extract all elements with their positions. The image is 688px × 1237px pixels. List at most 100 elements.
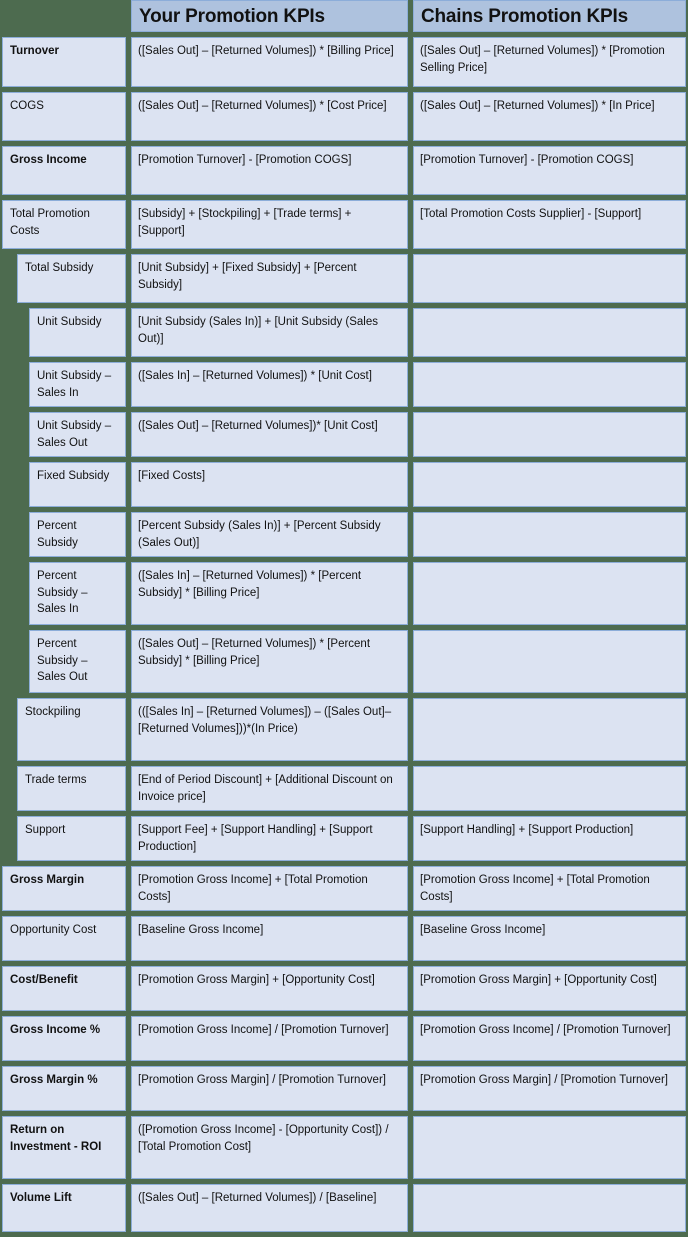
your-promotion-kpi-cell: [Promotion Gross Income] / [Promotion Tu… — [128, 1016, 410, 1061]
kpi-label: Unit Subsidy – Sales Out — [29, 412, 126, 457]
table-row: Stockpiling (([Sales In] – [Returned Volu… — [0, 698, 688, 761]
your-promotion-kpi-formula: [End of Period Discount] + [Additional D… — [131, 766, 408, 811]
kpi-label: Gross Margin — [2, 866, 126, 911]
header-chains-promotion-kpis: Chains Promotion KPIs — [410, 0, 688, 32]
your-promotion-kpi-cell: [Baseline Gross Income] — [128, 916, 410, 961]
your-promotion-kpi-formula: [Baseline Gross Income] — [131, 916, 408, 961]
table-row: Turnover ([Sales Out] – [Returned Volumes… — [0, 37, 688, 87]
chains-promotion-kpi-cell: [Total Promotion Costs Supplier] - [Supp… — [410, 200, 688, 249]
chains-promotion-kpi-cell: [Promotion Gross Margin] / [Promotion Tu… — [410, 1066, 688, 1111]
chains-promotion-kpi-formula: [Promotion Gross Margin] / [Promotion Tu… — [413, 1066, 686, 1111]
chains-promotion-kpi-formula — [413, 1116, 686, 1179]
your-promotion-kpi-formula: [Unit Subsidy (Sales In)] + [Unit Subsid… — [131, 308, 408, 357]
kpi-label: Unit Subsidy — [29, 308, 126, 357]
table-row: Trade terms [End of Period Discount] + [A… — [0, 766, 688, 811]
your-promotion-kpi-cell: [Subsidy] + [Stockpiling] + [Trade terms… — [128, 200, 410, 249]
kpi-label-cell: Support — [0, 816, 128, 861]
kpi-label: Gross Income % — [2, 1016, 126, 1061]
chains-promotion-kpi-formula — [413, 512, 686, 557]
your-promotion-kpi-cell: [Promotion Gross Margin] / [Promotion Tu… — [128, 1066, 410, 1111]
your-promotion-kpi-cell: [Fixed Costs] — [128, 462, 410, 507]
kpi-label-cell: Trade terms — [0, 766, 128, 811]
table-header-row: Your Promotion KPIs Chains Promotion KPI… — [0, 0, 688, 32]
chains-promotion-kpi-formula — [413, 1184, 686, 1232]
kpi-label-cell: Total Promotion Costs — [0, 200, 128, 249]
kpi-label-cell: Unit Subsidy — [0, 308, 128, 357]
table-row: Gross Margin % [Promotion Gross Margin] /… — [0, 1066, 688, 1111]
chains-promotion-kpi-cell: ([Sales Out] – [Returned Volumes]) * [In… — [410, 92, 688, 141]
kpi-label: Percent Subsidy — [29, 512, 126, 557]
kpi-label: Percent Subsidy – Sales In — [29, 562, 126, 625]
chains-promotion-kpi-cell: [Support Handling] + [Support Production… — [410, 816, 688, 861]
kpi-label-cell: Gross Margin % — [0, 1066, 128, 1111]
chains-promotion-kpi-cell — [410, 462, 688, 507]
kpi-label-cell: Gross Income % — [0, 1016, 128, 1061]
chains-promotion-kpi-cell — [410, 254, 688, 303]
kpi-label-cell: COGS — [0, 92, 128, 141]
chains-promotion-kpi-formula — [413, 630, 686, 693]
your-promotion-kpi-formula: (([Sales In] – [Returned Volumes]) – ([S… — [131, 698, 408, 761]
chains-promotion-kpi-formula — [413, 412, 686, 457]
kpi-label-cell: Opportunity Cost — [0, 916, 128, 961]
kpi-label: Stockpiling — [17, 698, 126, 761]
chains-promotion-kpi-formula: [Promotion Gross Income] / [Promotion Tu… — [413, 1016, 686, 1061]
table-row: Total Subsidy [Unit Subsidy] + [Fixed Sub… — [0, 254, 688, 303]
chains-promotion-kpi-formula: [Baseline Gross Income] — [413, 916, 686, 961]
header-label-column-spacer — [0, 0, 128, 32]
table-row: COGS ([Sales Out] – [Returned Volumes]) *… — [0, 92, 688, 141]
chains-promotion-kpi-formula — [413, 462, 686, 507]
chains-promotion-kpi-cell — [410, 412, 688, 457]
your-promotion-kpi-formula: [Support Fee] + [Support Handling] + [Su… — [131, 816, 408, 861]
table-row: Opportunity Cost [Baseline Gross Income][… — [0, 916, 688, 961]
your-promotion-kpi-cell: ([Sales In] – [Returned Volumes]) * [Per… — [128, 562, 410, 625]
kpi-label: Trade terms — [17, 766, 126, 811]
chains-promotion-kpi-formula: [Total Promotion Costs Supplier] - [Supp… — [413, 200, 686, 249]
table-row: Unit Subsidy [Unit Subsidy (Sales In)] + … — [0, 308, 688, 357]
table-row: Gross Income [Promotion Turnover] - [Prom… — [0, 146, 688, 195]
your-promotion-kpi-formula: ([Sales In] – [Returned Volumes]) * [Per… — [131, 562, 408, 625]
your-promotion-kpi-cell: ([Sales Out] – [Returned Volumes]) * [Co… — [128, 92, 410, 141]
chains-promotion-kpi-cell — [410, 362, 688, 407]
chains-promotion-kpi-formula: ([Sales Out] – [Returned Volumes]) * [Pr… — [413, 37, 686, 87]
chains-promotion-kpi-formula — [413, 766, 686, 811]
chains-promotion-kpi-cell: [Promotion Gross Income] + [Total Promot… — [410, 866, 688, 911]
table-row: Percent Subsidy – Sales Out ([Sales Out] … — [0, 630, 688, 693]
your-promotion-kpi-cell: [Promotion Turnover] - [Promotion COGS] — [128, 146, 410, 195]
table-row: Fixed Subsidy [Fixed Costs] — [0, 462, 688, 507]
kpi-label: COGS — [2, 92, 126, 141]
chains-promotion-kpi-formula: [Promotion Gross Income] + [Total Promot… — [413, 866, 686, 911]
kpi-label: Total Promotion Costs — [2, 200, 126, 249]
your-promotion-kpi-cell: [Promotion Gross Income] + [Total Promot… — [128, 866, 410, 911]
kpi-label-cell: Return on Investment - ROI — [0, 1116, 128, 1179]
table-row: Gross Income % [Promotion Gross Income] /… — [0, 1016, 688, 1061]
header-your-promotion-kpis: Your Promotion KPIs — [128, 0, 410, 32]
table-row: Support [Support Fee] + [Support Handling… — [0, 816, 688, 861]
kpi-label-cell: Percent Subsidy – Sales Out — [0, 630, 128, 693]
kpi-label: Percent Subsidy – Sales Out — [29, 630, 126, 693]
your-promotion-kpi-cell: ([Sales Out] – [Returned Volumes]) * [Pe… — [128, 630, 410, 693]
chains-promotion-kpi-cell — [410, 1116, 688, 1179]
kpi-label-cell: Percent Subsidy — [0, 512, 128, 557]
table-row: Percent Subsidy – Sales In ([Sales In] – … — [0, 562, 688, 625]
kpi-label-cell: Total Subsidy — [0, 254, 128, 303]
your-promotion-kpi-cell: ([Sales Out] – [Returned Volumes]) / [Ba… — [128, 1184, 410, 1232]
your-promotion-kpi-cell: [Unit Subsidy] + [Fixed Subsidy] + [Perc… — [128, 254, 410, 303]
row-divider — [0, 1232, 688, 1237]
table-body: Turnover ([Sales Out] – [Returned Volumes… — [0, 37, 688, 1237]
chains-promotion-kpi-cell — [410, 308, 688, 357]
kpi-comparison-table: Your Promotion KPIs Chains Promotion KPI… — [0, 0, 688, 1237]
chains-promotion-kpi-cell — [410, 562, 688, 625]
your-promotion-kpi-formula: [Promotion Gross Income] / [Promotion Tu… — [131, 1016, 408, 1061]
your-promotion-kpi-formula: [Fixed Costs] — [131, 462, 408, 507]
chains-promotion-kpi-cell — [410, 698, 688, 761]
table-row: Total Promotion Costs [Subsidy] + [Stockp… — [0, 200, 688, 249]
your-promotion-kpi-cell: ([Sales In] – [Returned Volumes]) * [Uni… — [128, 362, 410, 407]
header-col3-label: Chains Promotion KPIs — [413, 0, 686, 32]
your-promotion-kpi-cell: [Promotion Gross Margin] + [Opportunity … — [128, 966, 410, 1011]
chains-promotion-kpi-formula — [413, 308, 686, 357]
kpi-label: Fixed Subsidy — [29, 462, 126, 507]
chains-promotion-kpi-formula: [Promotion Turnover] - [Promotion COGS] — [413, 146, 686, 195]
empty-corner-cell — [2, 0, 126, 32]
kpi-label-cell: Fixed Subsidy — [0, 462, 128, 507]
chains-promotion-kpi-cell: [Promotion Gross Margin] + [Opportunity … — [410, 966, 688, 1011]
